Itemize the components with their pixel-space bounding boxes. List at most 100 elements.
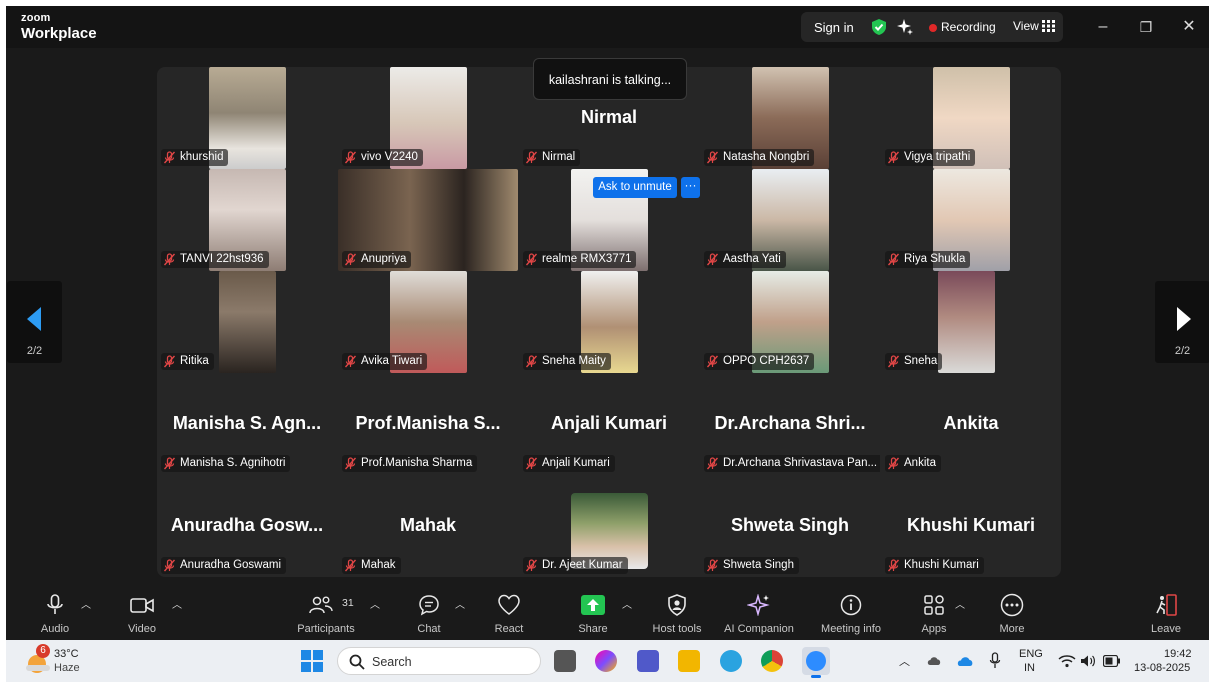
host-tools-button[interactable]: Host tools bbox=[652, 582, 702, 640]
participant-name-text: Sneha Maity bbox=[542, 355, 606, 367]
participant-tile[interactable]: Ankita Ankita bbox=[881, 373, 1061, 475]
participant-tile[interactable]: Vigya tripathi bbox=[881, 67, 1061, 169]
participant-tile[interactable]: Prof.Manisha S... Prof.Manisha Sharma bbox=[338, 373, 518, 475]
language-code[interactable]: ENG bbox=[1019, 648, 1043, 661]
apps-options-caret[interactable]: ︿ bbox=[955, 596, 965, 611]
show-hidden-icons-chevron-icon[interactable]: ︿ bbox=[899, 653, 910, 669]
participant-name-label: Prof.Manisha Sharma bbox=[342, 455, 478, 472]
onedrive-icon[interactable] bbox=[956, 654, 974, 668]
muted-microphone-icon bbox=[525, 559, 538, 572]
audio-options-caret[interactable]: ︿ bbox=[81, 596, 91, 611]
minimize-button[interactable]: – bbox=[1092, 16, 1114, 38]
participant-name-text: Dr.Archana Shrivastava Pan... bbox=[723, 457, 878, 469]
participant-tile[interactable]: Avika Tiwari bbox=[338, 271, 518, 373]
volume-icon[interactable] bbox=[1080, 654, 1096, 668]
recording-dot-icon bbox=[929, 24, 937, 32]
temperature[interactable]: 33°C bbox=[54, 648, 79, 661]
cloud-sync-icon[interactable] bbox=[926, 653, 942, 669]
host-shield-icon bbox=[668, 594, 686, 616]
participant-tile[interactable]: Riya Shukla bbox=[881, 169, 1061, 271]
weather-badge: 6 bbox=[36, 644, 50, 658]
apps-icon bbox=[924, 595, 944, 615]
encryption-shield-icon[interactable] bbox=[870, 18, 888, 36]
participant-tile[interactable]: khurshid bbox=[157, 67, 337, 169]
more-icon bbox=[1000, 593, 1024, 617]
audio-button[interactable]: Audio bbox=[34, 582, 76, 640]
battery-icon[interactable] bbox=[1103, 655, 1121, 667]
participant-video bbox=[219, 271, 276, 373]
windows-start-icon[interactable] bbox=[301, 650, 323, 672]
share-button[interactable]: Share bbox=[572, 582, 614, 640]
participant-name-label: Natasha Nongbri bbox=[704, 149, 815, 166]
teams-icon[interactable] bbox=[637, 650, 659, 672]
sign-in-button[interactable]: Sign in bbox=[814, 20, 854, 35]
video-gallery: khurshid vivo V2240 Nirmal Nirmal Natasha No… bbox=[157, 67, 1061, 577]
muted-microphone-icon bbox=[887, 151, 900, 164]
chat-options-caret[interactable]: ︿ bbox=[455, 596, 465, 611]
previous-page-button[interactable]: 2/2 bbox=[7, 281, 62, 363]
recording-indicator[interactable]: Recording bbox=[941, 20, 996, 34]
participants-options-caret[interactable]: ︿ bbox=[370, 596, 380, 611]
leave-icon bbox=[1156, 594, 1177, 616]
meeting-info-label: Meeting info bbox=[821, 623, 881, 635]
microphone-tray-icon[interactable] bbox=[989, 652, 1001, 670]
participant-tile[interactable]: Dr. Ajeet Kumar bbox=[519, 475, 699, 577]
participant-tile[interactable]: Aastha Yati bbox=[700, 169, 880, 271]
participant-name-text: Prof.Manisha Sharma bbox=[361, 457, 473, 469]
participant-tile[interactable]: Shweta Singh Shweta Singh bbox=[700, 475, 880, 577]
participant-name-label: Vigya tripathi bbox=[885, 149, 976, 166]
weather-condition[interactable]: Haze bbox=[54, 662, 80, 675]
share-label: Share bbox=[578, 623, 608, 635]
next-page-button[interactable]: 2/2 bbox=[1155, 281, 1209, 363]
wifi-icon[interactable] bbox=[1058, 654, 1076, 668]
participant-tile[interactable]: TANVI 22hst936 bbox=[157, 169, 337, 271]
region-code[interactable]: IN bbox=[1024, 662, 1035, 675]
participants-button[interactable]: Participants bbox=[297, 582, 355, 640]
participant-tile[interactable]: vivo V2240 bbox=[338, 67, 518, 169]
participant-tile[interactable]: Khushi Kumari Khushi Kumari bbox=[881, 475, 1061, 577]
participant-tile[interactable]: Mahak Mahak bbox=[338, 475, 518, 577]
video-options-caret[interactable]: ︿ bbox=[172, 596, 182, 611]
ai-sparkle-icon[interactable] bbox=[896, 18, 914, 36]
participant-tile[interactable]: Ritika bbox=[157, 271, 337, 373]
chat-button[interactable]: Chat bbox=[408, 582, 450, 640]
view-button[interactable]: View bbox=[1013, 19, 1039, 33]
tile-more-options-button[interactable]: ··· bbox=[681, 177, 700, 198]
grid-view-icon[interactable] bbox=[1042, 20, 1055, 32]
participant-tile[interactable]: Sneha bbox=[881, 271, 1061, 373]
clock-time[interactable]: 19:42 bbox=[1164, 648, 1192, 661]
chrome-icon[interactable] bbox=[761, 650, 783, 672]
taskbar-search[interactable]: Search bbox=[337, 647, 541, 675]
video-button[interactable]: Video bbox=[121, 582, 163, 640]
restore-button[interactable]: ❐ bbox=[1135, 16, 1157, 38]
more-button[interactable]: More bbox=[991, 582, 1033, 640]
participant-tile[interactable]: OPPO CPH2637 bbox=[700, 271, 880, 373]
edge-like-app-icon[interactable] bbox=[720, 650, 742, 672]
file-explorer-icon[interactable] bbox=[678, 650, 700, 672]
participant-tile[interactable]: Sneha Maity bbox=[519, 271, 699, 373]
participant-tile[interactable]: Anjali Kumari Anjali Kumari bbox=[519, 373, 699, 475]
participant-name-label: Ritika bbox=[161, 353, 214, 370]
meeting-info-button[interactable]: Meeting info bbox=[821, 582, 881, 640]
participant-name-large: Manisha S. Agn... bbox=[172, 413, 322, 433]
task-view-icon[interactable] bbox=[554, 650, 576, 672]
share-options-caret[interactable]: ︿ bbox=[622, 596, 632, 611]
participant-tile[interactable]: Manisha S. Agn... Manisha S. Agnihotri bbox=[157, 373, 337, 475]
participant-tile[interactable]: Anuradha Gosw... Anuradha Goswami bbox=[157, 475, 337, 577]
participant-name-label: Khushi Kumari bbox=[885, 557, 984, 574]
react-button[interactable]: React bbox=[488, 582, 530, 640]
ai-companion-label: AI Companion bbox=[724, 623, 794, 635]
clock-date[interactable]: 13-08-2025 bbox=[1134, 662, 1190, 675]
close-button[interactable]: ✕ bbox=[1178, 16, 1200, 38]
leave-button[interactable]: Leave bbox=[1145, 582, 1187, 640]
zoom-taskbar-button[interactable] bbox=[802, 647, 830, 678]
participant-name-large: Mahak bbox=[399, 515, 457, 535]
ai-companion-button[interactable]: AI Companion bbox=[724, 582, 794, 640]
participant-tile[interactable]: Anupriya bbox=[338, 169, 518, 271]
copilot-icon[interactable] bbox=[595, 650, 617, 672]
ask-to-unmute-button[interactable]: Ask to unmute bbox=[593, 177, 677, 198]
participant-tile[interactable]: Natasha Nongbri bbox=[700, 67, 880, 169]
page-indicator-right: 2/2 bbox=[1174, 345, 1191, 357]
participant-tile[interactable]: Dr.Archana Shri... Dr.Archana Shrivastava… bbox=[700, 373, 880, 475]
apps-button[interactable]: Apps bbox=[913, 582, 955, 640]
